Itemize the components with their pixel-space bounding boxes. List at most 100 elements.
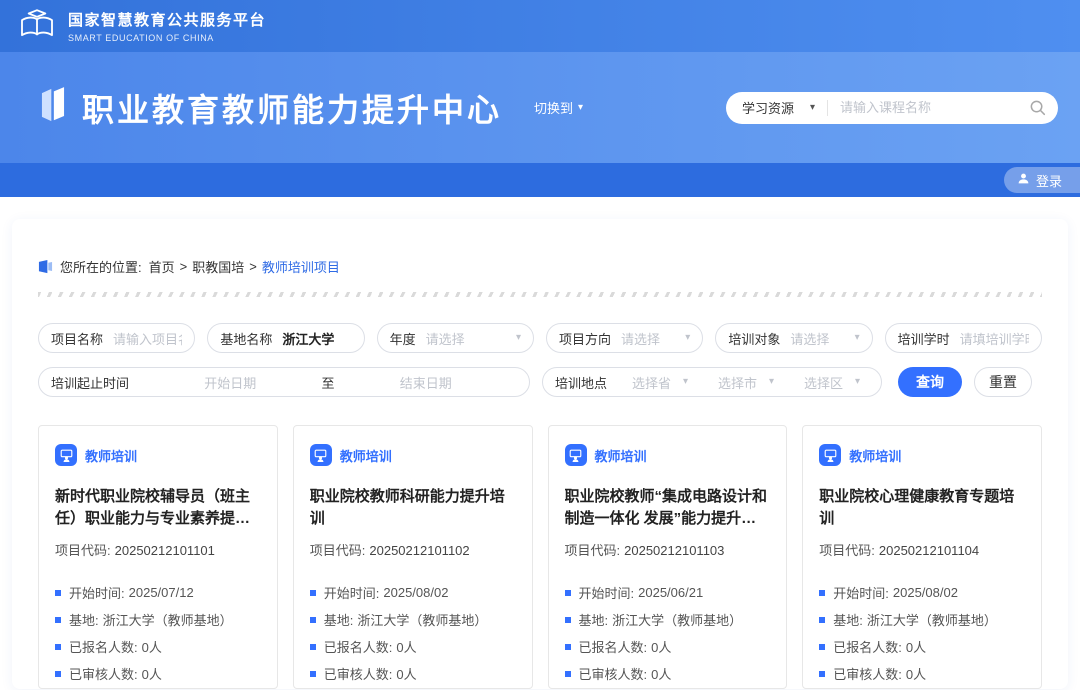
filter-value[interactable]: 请填培训学时 (960, 329, 1029, 348)
chevron-down-icon: ▾ (516, 333, 521, 343)
card-info-list: 开始时间:2025/08/02 基地:浙江大学（教师基地） 已报名人数:0人 已… (310, 579, 516, 687)
location-filter[interactable]: 培训地点 选择省 ▾ 选择市 ▾ 选择区 ▾ (542, 367, 882, 397)
card-code: 项目代码:20250212101103 (565, 540, 771, 559)
card-code-label: 项目代码: (310, 543, 366, 558)
search-category-select[interactable]: 学习资源 ▾ (742, 98, 815, 117)
district-select[interactable]: 选择区 ▾ (789, 373, 875, 392)
info-label: 已审核人数: (69, 664, 138, 683)
card-info-row: 已审核人数:0人 (310, 660, 516, 687)
card-info-list: 开始时间:2025/08/02 基地:浙江大学（教师基地） 已报名人数:0人 已… (819, 579, 1025, 687)
training-card[interactable]: 教师培训 新时代职业院校辅导员（班主任）职业能力与专业素养提升... 项目代码:… (38, 425, 278, 689)
info-label: 基地: (833, 610, 863, 629)
bullet-icon (819, 617, 825, 623)
filter-pill[interactable]: 培训学时 请填培训学时 (885, 323, 1042, 353)
center-logo-icon (36, 85, 70, 130)
info-label: 已审核人数: (324, 664, 393, 683)
reset-button[interactable]: 重置 (974, 367, 1032, 397)
bullet-icon (55, 671, 61, 677)
bullet-icon (565, 644, 571, 650)
filter-pill[interactable]: 项目方向 请选择 ▾ (546, 323, 703, 353)
card-badge-label: 教师培训 (595, 446, 647, 465)
info-label: 开始时间: (69, 583, 125, 602)
main-content: 您所在的位置: 首页>职教国培>教师培训项目 项目名称 请输入项目名称 基地名称… (12, 219, 1068, 689)
course-search-input[interactable] (840, 100, 1023, 115)
card-title[interactable]: 职业院校心理健康教育专题培训 (819, 486, 1025, 530)
card-code-value: 20250212101103 (624, 543, 724, 558)
end-date-input[interactable]: 结束日期 (335, 373, 517, 392)
card-info-row: 开始时间: 2025/08/02 (819, 579, 1025, 606)
info-label: 已报名人数: (69, 637, 138, 656)
teacher-training-icon (55, 444, 77, 466)
chevron-down-icon: ▾ (769, 377, 774, 387)
info-label: 已报名人数: (324, 637, 393, 656)
card-info-row: 已报名人数:0人 (565, 633, 771, 660)
platform-title-cn: 国家智慧教育公共服务平台 (68, 9, 266, 30)
training-card[interactable]: 教师培训 职业院校教师科研能力提升培训 项目代码:20250212101102 … (293, 425, 533, 689)
card-badge-label: 教师培训 (340, 446, 392, 465)
filter-pill[interactable]: 项目名称 请输入项目名称 (38, 323, 195, 353)
info-value: 0人 (651, 664, 671, 683)
card-title[interactable]: 职业院校教师科研能力提升培训 (310, 486, 516, 530)
info-label: 开始时间: (324, 583, 380, 602)
card-info-list: 开始时间:2025/06/21 基地:浙江大学（教师基地） 已报名人数:0人 已… (565, 579, 771, 687)
bullet-icon (819, 671, 825, 677)
info-value: 0人 (142, 637, 162, 656)
training-card[interactable]: 教师培训 职业院校教师“集成电路设计和制造一体化 发展”能力提升培训 项目代码:… (548, 425, 788, 689)
filter-value[interactable]: 请选择 (790, 329, 829, 348)
location-label: 培训地点 (555, 373, 607, 392)
filter-label: 项目名称 (51, 329, 103, 348)
card-info-row: 已报名人数:0人 (55, 633, 261, 660)
date-range-to: 至 (322, 373, 335, 392)
bullet-icon (55, 617, 61, 623)
card-info-row: 基地:浙江大学（教师基地） (55, 606, 261, 633)
card-code-value: 20250212101102 (369, 543, 469, 558)
breadcrumb-separator: > (180, 259, 188, 274)
breadcrumb-item[interactable]: 教师培训项目 (262, 257, 340, 276)
province-select[interactable]: 选择省 ▾ (617, 373, 703, 392)
filter-value[interactable]: 请输入项目名称 (113, 329, 182, 348)
breadcrumb-item[interactable]: 职教国培 (192, 257, 244, 276)
search-icon[interactable] (1029, 99, 1046, 116)
bullet-icon (310, 590, 316, 596)
filter-value[interactable]: 请选择 (426, 329, 465, 348)
date-range-filter[interactable]: 培训起止时间 开始日期 至 结束日期 (38, 367, 530, 397)
training-card[interactable]: 教师培训 职业院校心理健康教育专题培训 项目代码:20250212101104 … (802, 425, 1042, 689)
start-date-input[interactable]: 开始日期 (139, 373, 321, 392)
breadcrumb-item[interactable]: 首页 (149, 257, 175, 276)
top-header: 国家智慧教育公共服务平台 SMART EDUCATION OF CHINA (0, 0, 1080, 52)
date-range-label: 培训起止时间 (51, 373, 129, 392)
card-info-list: 开始时间:2025/07/12 基地:浙江大学（教师基地） 已报名人数:0人 已… (55, 579, 261, 687)
page-title: 职业教育教师能力提升中心 (82, 85, 502, 131)
banner: 职业教育教师能力提升中心 切换到 ▾ 学习资源 ▾ (0, 52, 1080, 163)
filter-pill[interactable]: 年度 请选择 ▾ (377, 323, 534, 353)
course-search-bar: 学习资源 ▾ (726, 92, 1058, 124)
platform-title-en: SMART EDUCATION OF CHINA (68, 33, 266, 43)
city-select[interactable]: 选择市 ▾ (703, 373, 789, 392)
info-label: 开始时间: (833, 583, 889, 602)
search-button[interactable]: 查询 (898, 367, 962, 397)
card-code: 项目代码:20250212101102 (310, 540, 516, 559)
card-code: 项目代码:20250212101104 (819, 540, 1025, 559)
card-code-value: 20250212101101 (115, 543, 215, 558)
info-value: 2025/08/02 (893, 585, 958, 600)
bullet-icon (310, 617, 316, 623)
chevron-down-icon: ▾ (855, 333, 860, 343)
card-info-row: 开始时间:2025/07/12 (55, 579, 261, 606)
switch-center-link[interactable]: 切换到 ▾ (534, 98, 583, 117)
card-info-row: 基地:浙江大学（教师基地） (310, 606, 516, 633)
cards-grid: 教师培训 新时代职业院校辅导员（班主任）职业能力与专业素养提升... 项目代码:… (38, 425, 1042, 689)
card-info-row: 已审核人数:0人 (55, 660, 261, 687)
filter-pill[interactable]: 培训对象 请选择 ▾ (715, 323, 872, 353)
info-value: 浙江大学（教师基地） (867, 610, 997, 629)
login-button[interactable]: 登录 (1004, 167, 1080, 193)
bullet-icon (819, 644, 825, 650)
card-title[interactable]: 新时代职业院校辅导员（班主任）职业能力与专业素养提升... (55, 486, 261, 530)
filter-value[interactable]: 浙江大学 (282, 329, 334, 348)
card-code-value: 20250212101104 (879, 543, 979, 558)
card-info-row: 基地:浙江大学（教师基地） (565, 606, 771, 633)
filter-pill[interactable]: 基地名称 浙江大学 (207, 323, 364, 353)
platform-logo-icon (16, 5, 58, 47)
card-title[interactable]: 职业院校教师“集成电路设计和制造一体化 发展”能力提升培训 (565, 486, 771, 530)
city-value: 选择市 (718, 373, 757, 392)
filter-value[interactable]: 请选择 (621, 329, 660, 348)
